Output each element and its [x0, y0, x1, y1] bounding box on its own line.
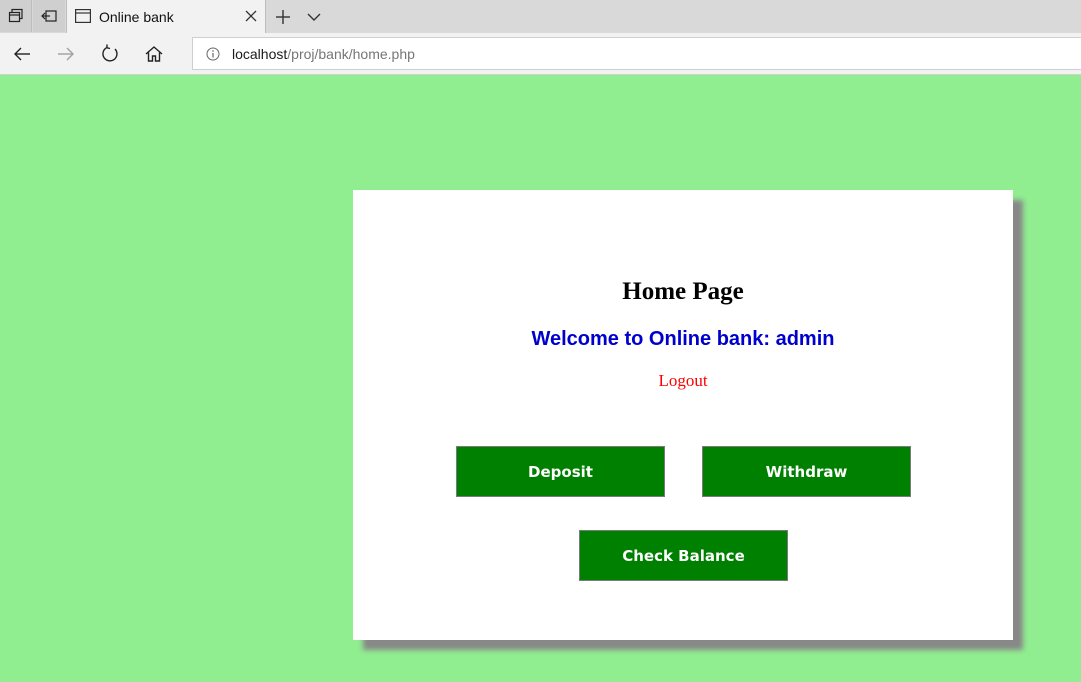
- page-title: Home Page: [622, 278, 744, 305]
- chevron-down-icon[interactable]: [305, 8, 323, 26]
- url-text[interactable]: localhost/proj/bank/home.php: [232, 46, 415, 62]
- back-arrow-icon[interactable]: [11, 43, 33, 65]
- home-icon[interactable]: [143, 43, 165, 65]
- url-path: /proj/bank/home.php: [287, 46, 415, 62]
- plus-icon[interactable]: [272, 6, 294, 28]
- reload-icon[interactable]: [99, 43, 121, 65]
- close-icon[interactable]: [245, 10, 257, 22]
- tab-strip: Online bank: [0, 0, 1081, 33]
- url-host: localhost: [232, 46, 288, 62]
- tab-actions-icon: [8, 8, 23, 23]
- tab-actions-button[interactable]: [0, 0, 32, 32]
- tab-title: Online bank: [99, 9, 174, 25]
- navigation-bar: localhost/proj/bank/home.php: [0, 33, 1081, 75]
- deposit-button[interactable]: Deposit: [456, 446, 665, 497]
- withdraw-button[interactable]: Withdraw: [702, 446, 911, 497]
- forward-arrow-icon[interactable]: [55, 43, 77, 65]
- logout-link[interactable]: Logout: [353, 371, 1013, 391]
- welcome-message: Welcome to Online bank: admin: [531, 328, 835, 350]
- info-icon[interactable]: [206, 47, 220, 61]
- address-bar[interactable]: localhost/proj/bank/home.php: [192, 37, 1081, 70]
- browser-tab[interactable]: Online bank: [66, 0, 266, 33]
- check-balance-button[interactable]: Check Balance: [579, 530, 788, 581]
- set-tabs-aside-button[interactable]: [33, 0, 65, 32]
- page-tab-icon: [75, 9, 91, 23]
- tab-back-icon: [41, 10, 57, 22]
- home-card: Home Page Welcome to Online bank: admin …: [353, 190, 1013, 640]
